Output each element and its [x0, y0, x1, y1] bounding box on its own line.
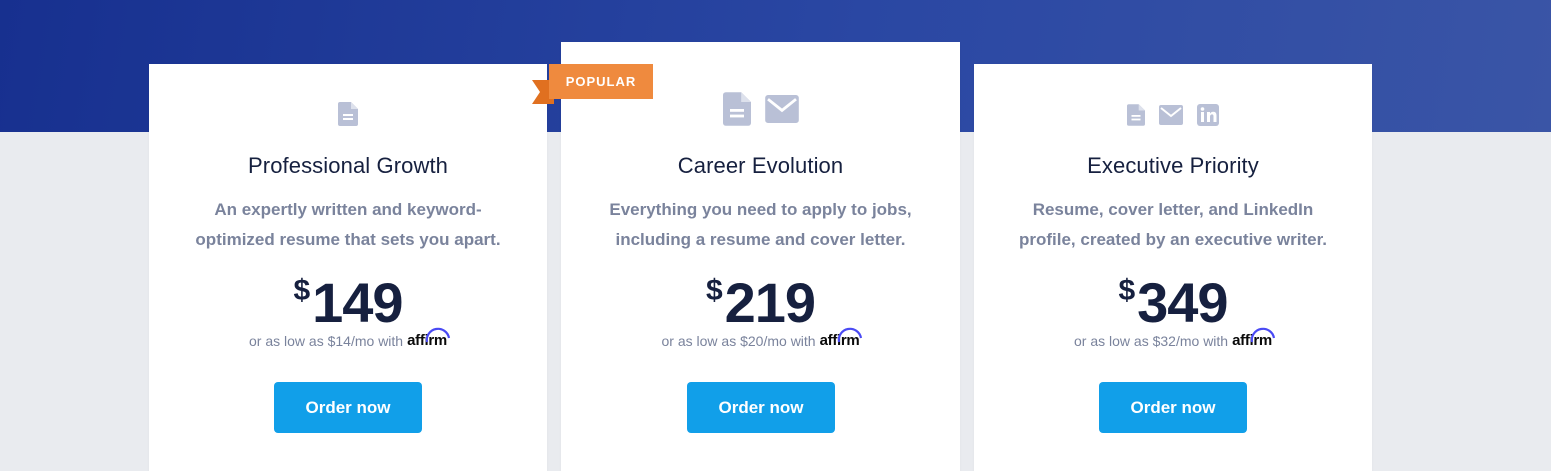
plan-description: Everything you need to apply to jobs, in…: [609, 200, 912, 249]
plan-price: $ 349: [974, 272, 1372, 334]
plan-description: An expertly written and keyword-optimize…: [195, 200, 501, 249]
pricing-card-professional-growth: Professional Growth An expertly written …: [149, 64, 547, 471]
document-icon: [1127, 104, 1145, 126]
currency-symbol: $: [705, 274, 723, 307]
plan-price: $ 149: [149, 272, 547, 334]
envelope-icon: [1159, 105, 1183, 125]
plan-icons: [149, 102, 547, 126]
affirm-text: or as low as $20/mo with: [661, 333, 816, 349]
price-amount: 219: [724, 271, 816, 334]
plan-icons: [974, 104, 1372, 126]
price-amount: 149: [312, 271, 403, 334]
price-amount: 349: [1137, 271, 1228, 334]
document-icon: [338, 102, 358, 126]
affirm-logo: affirm: [407, 327, 451, 349]
plan-title: Professional Growth: [248, 153, 448, 178]
plan-title: Career Evolution: [677, 153, 844, 178]
order-now-button[interactable]: Order now: [1099, 382, 1247, 433]
plan-price: $ 219: [561, 272, 960, 334]
envelope-icon: [764, 95, 799, 123]
affirm-financing-line: or as low as $14/mo with affirm: [149, 327, 547, 349]
pricing-card-executive-priority: Executive Priority Resume, cover letter,…: [974, 64, 1372, 471]
document-icon: [722, 92, 751, 126]
affirm-financing-line: or as low as $32/mo with affirm: [974, 327, 1372, 349]
affirm-logo: affirm: [1232, 327, 1276, 349]
linkedin-icon: [1197, 104, 1219, 126]
affirm-financing-line: or as low as $20/mo with affirm: [561, 327, 960, 349]
pricing-card-career-evolution: Career Evolution Everything you need to …: [561, 42, 960, 471]
affirm-text: or as low as $32/mo with: [1074, 333, 1229, 349]
order-now-button[interactable]: Order now: [274, 382, 422, 433]
currency-symbol: $: [1118, 274, 1136, 307]
affirm-logo: affirm: [820, 327, 863, 349]
order-now-button[interactable]: Order now: [687, 382, 835, 433]
plan-title: Executive Priority: [1087, 153, 1259, 178]
popular-badge: POPULAR: [549, 64, 653, 99]
currency-symbol: $: [293, 274, 311, 307]
affirm-text: or as low as $14/mo with: [249, 333, 404, 349]
plan-description: Resume, cover letter, and LinkedIn profi…: [1018, 200, 1328, 249]
